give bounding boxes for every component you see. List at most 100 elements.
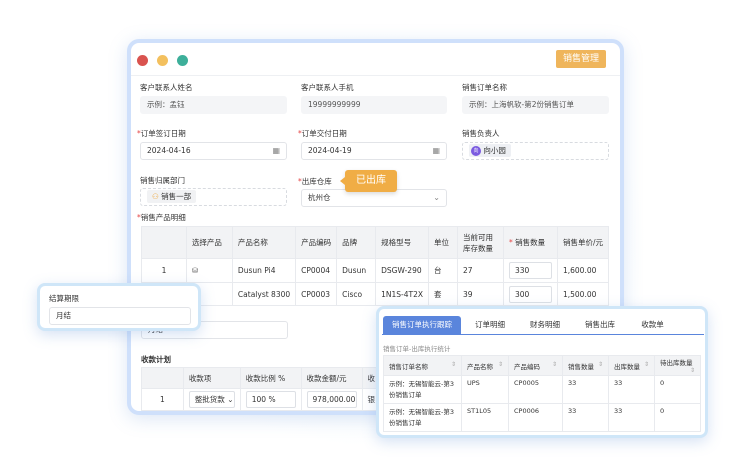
- table-cell: 台: [429, 259, 458, 283]
- tab-order-details[interactable]: 订单明细: [465, 316, 515, 334]
- col-header[interactable]: 产品编码 ⇕: [509, 356, 563, 376]
- col-header-text: 出库数量: [614, 363, 640, 371]
- contact-name-label: 客户联系人姓名: [140, 82, 193, 93]
- department-label: 销售归属部门: [140, 175, 185, 186]
- sort-icon[interactable]: ⇕: [451, 361, 456, 368]
- col-header[interactable]: 销售数量 ⇕: [563, 356, 609, 376]
- table-cell: CP0004: [296, 259, 337, 283]
- tag-pointer: [340, 177, 345, 185]
- col-header-text: 销售订单名称: [389, 363, 428, 371]
- calendar-icon[interactable]: ▦: [432, 143, 440, 159]
- col-header-text: 产品名称: [467, 363, 493, 371]
- quantity-value: 300: [509, 286, 552, 303]
- department-value: 销售一部: [161, 192, 191, 201]
- tab-receipts[interactable]: 收款单: [630, 316, 675, 334]
- payment-title: 收款计划: [141, 354, 171, 365]
- contact-phone-field[interactable]: 19999999999: [301, 96, 447, 114]
- payment-ratio-input[interactable]: 100 %: [240, 389, 301, 411]
- table-row: 示例：无锡智能云-第3份销售订单UPSCP000533330: [384, 376, 701, 404]
- col-header[interactable]: 产品名称 ⇕: [462, 356, 509, 376]
- payment-item-value: 整批货款: [195, 395, 225, 404]
- tracking-table: 销售订单名称⇕产品名称⇕产品编码⇕销售数量⇕出库数量⇕待出库数量⇕ 示例：无锡智…: [383, 355, 701, 432]
- col-header-text: 销售数量: [515, 238, 545, 247]
- quantity-input[interactable]: 330: [503, 259, 557, 283]
- tracking-subtitle: 销售订单-出库执行统计: [383, 343, 450, 353]
- col-header: 选择产品: [186, 227, 232, 259]
- col-header: 收款金额/元: [301, 368, 362, 389]
- sort-icon[interactable]: ⇕: [644, 361, 649, 368]
- owner-label: 销售负责人: [462, 128, 500, 139]
- tab-finance-details[interactable]: 财务明细: [520, 316, 570, 334]
- department-field[interactable]: ⚇ 销售一部: [140, 188, 287, 206]
- col-header: * 销售数量: [503, 227, 557, 259]
- delivery-date-label: 订单交付日期: [298, 128, 347, 139]
- settlement-label: 结算期限: [49, 293, 79, 304]
- org-tree-icon: ⚇: [152, 192, 159, 201]
- delivery-date-field[interactable]: 2024-04-19 ▦: [301, 142, 447, 160]
- sign-date-label: 订单签订日期: [137, 128, 186, 139]
- payment-ratio-value: 100 %: [246, 391, 296, 408]
- owner-field[interactable]: 向 向小园: [462, 142, 609, 160]
- row-index: 1: [142, 259, 187, 283]
- order-name-label: 销售订单名称: [462, 82, 507, 93]
- sort-icon[interactable]: ⇕: [690, 367, 695, 374]
- table-cell: DSGW-290: [376, 259, 429, 283]
- table-cell: UPS: [462, 376, 509, 404]
- calendar-icon[interactable]: ▦: [272, 143, 280, 159]
- tab-execution-tracking[interactable]: 销售订单执行跟踪: [383, 316, 461, 334]
- col-header: [142, 227, 187, 259]
- settlement-popup-field[interactable]: 月结: [49, 307, 191, 325]
- col-header: 收款项: [183, 368, 240, 389]
- sort-icon[interactable]: ⇕: [498, 361, 503, 368]
- payment-item-select[interactable]: 整批货款 ⌄: [183, 389, 240, 411]
- sign-date-field[interactable]: 2024-04-16 ▦: [140, 142, 287, 160]
- table-row: 2⛁Catalyst 8300CP0003Cisco1N1S-4T2X套3930…: [142, 283, 609, 306]
- col-header-text: 产品编码: [514, 363, 540, 371]
- col-header-text: 销售数量: [568, 363, 594, 371]
- select-product-icon[interactable]: ⛁: [186, 259, 232, 283]
- table-cell: 39: [458, 283, 504, 306]
- outbound-status-tag: 已出库: [345, 170, 397, 192]
- col-header[interactable]: 销售订单名称 ⇕: [384, 356, 462, 376]
- table-cell: Dusun: [337, 259, 376, 283]
- chevron-down-icon: ⌄: [227, 395, 233, 404]
- delivery-date-value: 2024-04-19: [308, 146, 352, 155]
- table-cell: 1,600.00: [557, 259, 608, 283]
- payment-amount-input[interactable]: 978,000.00: [301, 389, 362, 411]
- titlebar-divider: [131, 75, 620, 76]
- table-cell: 33: [563, 376, 609, 404]
- col-header[interactable]: 出库数量 ⇕: [609, 356, 655, 376]
- sales-management-badge: 销售管理: [556, 50, 606, 68]
- order-name-field[interactable]: 示例：上海帆软-第2份销售订单: [462, 96, 609, 114]
- tabs-underline: [382, 334, 704, 335]
- warehouse-value: 杭州仓: [308, 193, 331, 202]
- table-row: 1 整批货款 ⌄ 100 % 978,000.00 银: [142, 389, 381, 411]
- quantity-input[interactable]: 300: [503, 283, 557, 306]
- col-header[interactable]: 待出库数量⇕: [655, 356, 701, 376]
- table-cell: Dusun Pi4: [232, 259, 295, 283]
- maximize-dot[interactable]: [177, 55, 188, 66]
- tab-sales-outbound[interactable]: 销售出库: [575, 316, 625, 334]
- col-header: 产品编码: [296, 227, 337, 259]
- products-title: 销售产品明细: [137, 212, 186, 223]
- col-header: 当前可用库存数量: [458, 227, 504, 259]
- owner-value: 向小园: [483, 146, 506, 155]
- settlement-popup: 结算期限 月结: [37, 283, 201, 331]
- sort-icon[interactable]: ⇕: [552, 361, 557, 368]
- table-cell: Catalyst 8300: [232, 283, 295, 306]
- close-dot[interactable]: [137, 55, 148, 66]
- payment-table: 收款项 收款比例 % 收款金额/元 收 1 整批货款 ⌄ 100 % 978,0…: [141, 367, 381, 411]
- sort-icon[interactable]: ⇕: [598, 361, 603, 368]
- table-cell: 1N1S-4T2X: [376, 283, 429, 306]
- table-cell: 27: [458, 259, 504, 283]
- table-cell: 示例：无锡智能云-第3份销售订单: [384, 376, 462, 404]
- table-cell: 套: [429, 283, 458, 306]
- sign-date-value: 2024-04-16: [147, 146, 191, 155]
- col-header: 收款比例 %: [240, 368, 301, 389]
- table-cell: 33: [609, 376, 655, 404]
- chevron-down-icon: ⌄: [433, 190, 440, 206]
- minimize-dot[interactable]: [157, 55, 168, 66]
- table-cell: 示例：无锡智能云-第3份销售订单: [384, 404, 462, 432]
- table-cell: 33: [563, 404, 609, 432]
- contact-name-field[interactable]: 示例：孟钰: [140, 96, 287, 114]
